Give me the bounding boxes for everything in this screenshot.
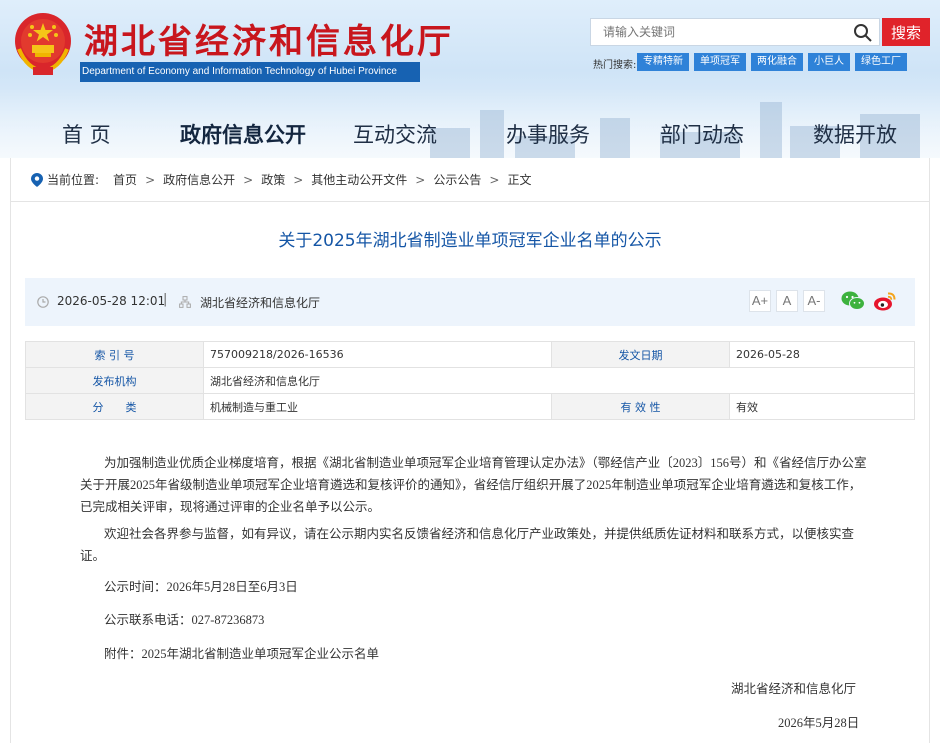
attachment-link[interactable]: 附件：2025年湖北省制造业单项冠军企业公示名单 — [104, 643, 866, 665]
table-row: 分 类 机械制造与重工业 有 效 性 有效 — [25, 393, 915, 420]
category-label: 分 类 — [25, 393, 204, 420]
breadcrumb-separator: > — [415, 172, 426, 187]
publish-date: 2026-05-28 12:01 — [57, 294, 166, 308]
hot-tag[interactable]: 单项冠军 — [694, 53, 746, 71]
national-emblem-icon — [15, 13, 71, 75]
hot-tag[interactable]: 两化融合 — [751, 53, 803, 71]
publisher-value: 湖北省经济和信息化厅 — [203, 367, 915, 394]
hot-search-tags: 专精特新 单项冠军 两化融合 小巨人 绿色工厂 — [637, 53, 907, 71]
publicity-period: 公示时间：2026年5月28日至6月3日 — [104, 580, 298, 594]
issue-date-value: 2026-05-28 — [729, 341, 915, 368]
article-title: 关于2025年湖北省制造业单项冠军企业名单的公示 — [278, 231, 662, 251]
nav-item-services[interactable]: 办事服务 — [506, 119, 590, 149]
breadcrumb-label: 当前位置: — [47, 173, 100, 187]
publisher-label: 发布机构 — [25, 367, 204, 394]
issue-date-label: 发文日期 — [551, 341, 730, 368]
article-meta-bar: 2026-05-28 12:01 | 湖北省经济和信息化厅 A+ A A- — [25, 278, 915, 326]
organization-icon — [179, 296, 191, 308]
category-value: 机械制造与重工业 — [203, 393, 552, 420]
breadcrumb-separator: > — [489, 172, 500, 187]
validity-value: 有效 — [729, 393, 915, 420]
index-value: 757009218/2026-16536 — [203, 341, 552, 368]
breadcrumb-item-policy[interactable]: 政策 — [261, 171, 285, 188]
index-label: 索 引 号 — [25, 341, 204, 368]
clock-icon — [37, 296, 49, 308]
site-title: 湖北省经济和信息化厅 — [84, 22, 454, 62]
publish-source: 湖北省经济和信息化厅 — [200, 296, 321, 310]
signature-date: 2026年5月28日 — [778, 716, 860, 730]
nav-item-open-data[interactable]: 数据开放 — [813, 119, 897, 149]
nav-item-gov-info[interactable]: 政府信息公开 — [180, 119, 306, 149]
site-subtitle: Department of Economy and Information Te… — [80, 62, 420, 82]
breadcrumb-separator: > — [293, 172, 304, 187]
search-box — [590, 18, 880, 46]
search-button[interactable]: 搜索 — [882, 18, 930, 46]
nav-item-interaction[interactable]: 互动交流 — [353, 119, 437, 149]
table-row: 发布机构 湖北省经济和信息化厅 — [25, 367, 915, 394]
font-decrease-button[interactable]: A- — [803, 290, 825, 312]
meta-separator: | — [163, 292, 168, 307]
validity-label: 有 效 性 — [551, 393, 730, 420]
breadcrumb-item-notices[interactable]: 公示公告 — [433, 171, 481, 188]
hot-tag[interactable]: 小巨人 — [808, 53, 850, 71]
hot-search-label: 热门搜索: — [593, 60, 637, 71]
search-input[interactable] — [591, 19, 849, 45]
nav-item-news[interactable]: 部门动态 — [660, 119, 744, 149]
breadcrumb-separator: > — [243, 172, 254, 187]
search-icon[interactable] — [853, 23, 873, 43]
wechat-icon[interactable] — [841, 290, 865, 312]
body-paragraph-2: 欢迎社会各界参与监督，如有异议，请在公示期内实名反馈省经济和信息化厅产业政策处，… — [80, 527, 855, 563]
location-pin-icon — [31, 172, 43, 187]
hot-tag[interactable]: 绿色工厂 — [855, 53, 907, 71]
main-nav: 首 页 政府信息公开 互动交流 办事服务 部门动态 数据开放 — [0, 111, 940, 157]
font-increase-button[interactable]: A+ — [749, 290, 771, 312]
breadcrumb-separator: > — [145, 172, 156, 187]
table-row: 索 引 号 757009218/2026-16536 发文日期 2026-05-… — [25, 341, 915, 368]
body-paragraph-1: 为加强制造业优质企业梯度培育，根据《湖北省制造业单项冠军企业培育管理认定办法》（… — [80, 456, 867, 514]
hot-tag[interactable]: 专精特新 — [637, 53, 689, 71]
breadcrumb-item-home[interactable]: 首页 — [113, 171, 137, 188]
document-info-table: 索 引 号 757009218/2026-16536 发文日期 2026-05-… — [25, 341, 915, 420]
breadcrumb: 当前位置: 首页 > 政府信息公开 > 政策 > 其他主动公开文件 > 公示公告… — [10, 158, 930, 202]
contact-phone: 公示联系电话：027-87236873 — [104, 613, 265, 627]
breadcrumb-item-other-files[interactable]: 其他主动公开文件 — [311, 171, 407, 188]
weibo-icon[interactable] — [873, 290, 897, 312]
breadcrumb-item-current: 正文 — [507, 173, 532, 187]
site-header: 湖北省经济和信息化厅 Department of Economy and Inf… — [0, 0, 940, 158]
font-default-button[interactable]: A — [776, 290, 798, 312]
breadcrumb-item-gov-info[interactable]: 政府信息公开 — [163, 171, 235, 188]
nav-item-home[interactable]: 首 页 — [62, 119, 111, 149]
signature-organization: 湖北省经济和信息化厅 — [731, 682, 857, 696]
